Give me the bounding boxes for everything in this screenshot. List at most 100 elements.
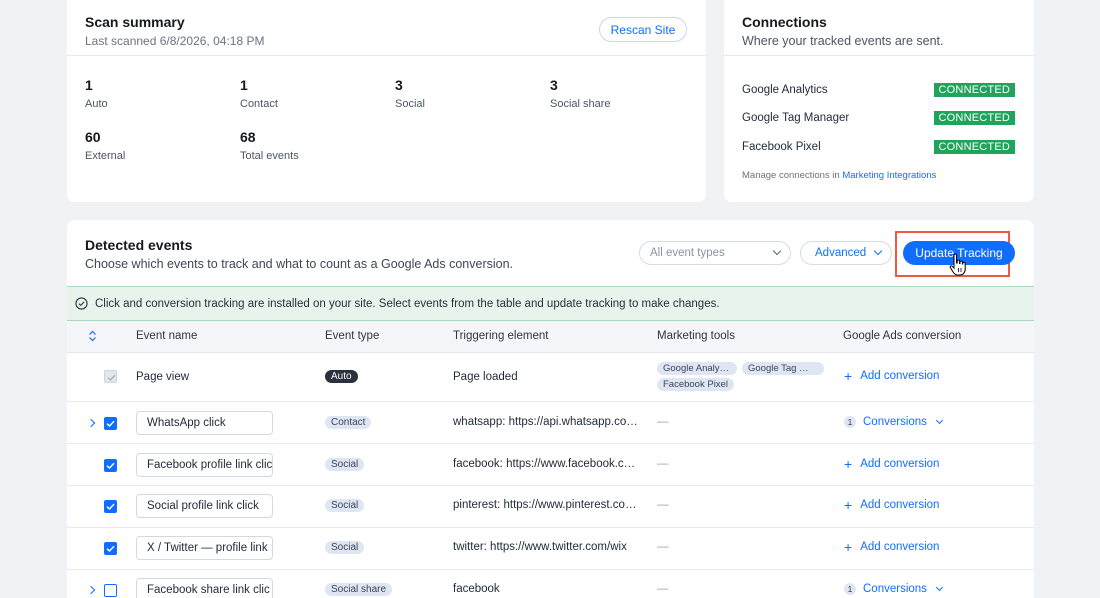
- conversions-label: Conversions: [863, 416, 927, 428]
- add-conversion-button[interactable]: + Add conversion: [844, 498, 939, 512]
- add-conversion-label: Add conversion: [860, 499, 940, 511]
- table-row: Facebook profile link clic Social facebo…: [67, 444, 1034, 486]
- event-type-tag: Social: [325, 499, 365, 512]
- connected-badge: CONNECTED: [933, 140, 1015, 154]
- stat-label: Auto: [85, 98, 108, 110]
- row-checkbox[interactable]: [104, 459, 117, 472]
- detected-events-subtitle: Choose which events to track and what to…: [85, 257, 514, 271]
- column-triggering-element: Triggering element: [453, 330, 549, 342]
- triggering-element: Page loaded: [453, 371, 518, 383]
- table-row: Page view Auto Page loaded Google Analy……: [67, 353, 1034, 402]
- event-name-input[interactable]: Facebook share link clic: [136, 578, 273, 598]
- advanced-dropdown[interactable]: Advanced: [800, 241, 892, 265]
- triggering-element: whatsapp: https://api.whatsapp.co…: [453, 416, 638, 428]
- stat-value: 1: [240, 77, 248, 93]
- connection-google-analytics: Google Analytics CONNECTED: [742, 83, 1015, 97]
- connected-badge: CONNECTED: [933, 83, 1015, 97]
- no-marketing-tools: —: [657, 541, 669, 553]
- connected-badge: CONNECTED: [933, 111, 1015, 125]
- plus-icon: +: [844, 368, 853, 384]
- connections-title: Connections: [742, 14, 827, 30]
- divider: [67, 55, 706, 56]
- event-type-placeholder: All event types: [650, 247, 725, 259]
- conversions-dropdown[interactable]: 1 Conversions: [844, 583, 943, 595]
- event-type-tag: Social: [325, 541, 365, 554]
- event-type-tag: Social share: [325, 583, 393, 596]
- add-conversion-label: Add conversion: [860, 370, 940, 382]
- rescan-site-button[interactable]: Rescan Site: [599, 17, 687, 42]
- marketing-tool-tag: Google Tag …: [742, 362, 824, 375]
- table-row: Social profile link click Social pintere…: [67, 486, 1034, 528]
- chevron-down-icon: [935, 583, 943, 592]
- scan-summary-card: Scan summary Last scanned 6/8/2026, 04:1…: [67, 0, 706, 202]
- add-conversion-label: Add conversion: [860, 458, 940, 470]
- marketing-tool-tag: Google Analy…: [657, 362, 737, 375]
- stat-auto: 1 Auto: [85, 77, 108, 110]
- event-type-tag: Social: [325, 458, 365, 471]
- stat-label: Total events: [240, 150, 299, 162]
- connections-card: Connections Where your tracked events ar…: [724, 0, 1034, 202]
- column-event-name: Event name: [136, 330, 198, 342]
- stat-value: 60: [85, 129, 101, 145]
- event-type-filter[interactable]: All event types: [639, 241, 791, 265]
- event-name-input[interactable]: Social profile link click: [136, 494, 273, 518]
- manage-text: Manage connections in: [742, 170, 840, 181]
- plus-icon: +: [844, 497, 853, 513]
- stat-label: External: [85, 150, 126, 162]
- detected-events-card: Detected events Choose which events to t…: [67, 220, 1034, 598]
- connection-google-tag-manager: Google Tag Manager CONNECTED: [742, 111, 1015, 125]
- detected-events-title: Detected events: [85, 237, 193, 253]
- no-marketing-tools: —: [657, 416, 669, 428]
- column-event-type: Event type: [325, 330, 380, 342]
- triggering-element: twitter: https://www.twitter.com/wix: [453, 541, 627, 553]
- row-checkbox[interactable]: [104, 417, 117, 430]
- advanced-label: Advanced: [815, 247, 867, 259]
- sort-icon[interactable]: [88, 330, 97, 342]
- row-checkbox[interactable]: [104, 584, 117, 597]
- event-name-input[interactable]: X / Twitter — profile link: [136, 536, 273, 560]
- stat-contact: 1 Contact: [240, 77, 278, 110]
- connection-name: Google Tag Manager: [742, 112, 850, 124]
- event-name-input[interactable]: WhatsApp click: [136, 411, 273, 435]
- stat-social: 3 Social: [395, 77, 425, 110]
- column-marketing-tools: Marketing tools: [657, 330, 735, 342]
- row-checkbox-disabled: [104, 370, 117, 383]
- connections-subtitle: Where your tracked events are sent.: [742, 34, 944, 48]
- stat-label: Contact: [240, 98, 278, 110]
- plus-icon: +: [844, 539, 853, 555]
- stat-value: 3: [550, 77, 558, 93]
- table-row: Facebook share link clic Social share fa…: [67, 570, 1034, 598]
- triggering-element: facebook: https://www.facebook.c…: [453, 458, 636, 470]
- check-circle-icon: [75, 297, 88, 310]
- connection-facebook-pixel: Facebook Pixel CONNECTED: [742, 140, 1015, 154]
- add-conversion-button[interactable]: + Add conversion: [844, 457, 939, 471]
- stat-social-share: 3 Social share: [550, 77, 611, 110]
- row-checkbox[interactable]: [104, 500, 117, 513]
- chevron-down-icon: [772, 246, 782, 256]
- marketing-tool-tag: Facebook Pixel: [657, 378, 734, 391]
- row-checkbox[interactable]: [104, 542, 117, 555]
- chevron-down-icon: [935, 416, 943, 425]
- connection-name: Facebook Pixel: [742, 141, 821, 153]
- no-marketing-tools: —: [657, 583, 669, 595]
- triggering-element: facebook: [453, 583, 500, 595]
- stat-value: 3: [395, 77, 403, 93]
- conversion-count: 1: [844, 416, 856, 428]
- chevron-down-icon: [873, 246, 883, 256]
- event-name-input[interactable]: Facebook profile link clic: [136, 453, 273, 477]
- chevron-right-icon[interactable]: [86, 418, 96, 428]
- conversions-dropdown[interactable]: 1 Conversions: [844, 416, 943, 428]
- add-conversion-button[interactable]: + Add conversion: [844, 369, 939, 383]
- conversions-label: Conversions: [863, 583, 927, 595]
- conversion-count: 1: [844, 583, 856, 595]
- table-row: WhatsApp click Contact whatsapp: https:/…: [67, 402, 1034, 444]
- chevron-right-icon[interactable]: [86, 585, 96, 595]
- add-conversion-button[interactable]: + Add conversion: [844, 540, 939, 554]
- scan-summary-title: Scan summary: [85, 14, 185, 30]
- table-row: X / Twitter — profile link Social twitte…: [67, 528, 1034, 570]
- notice-text: Click and conversion tracking are instal…: [95, 297, 720, 310]
- marketing-integrations-link[interactable]: Marketing Integrations: [842, 170, 936, 181]
- hand-cursor-icon: [949, 253, 966, 276]
- table-header: Event name Event type Triggering element…: [67, 321, 1034, 353]
- stat-value: 68: [240, 129, 256, 145]
